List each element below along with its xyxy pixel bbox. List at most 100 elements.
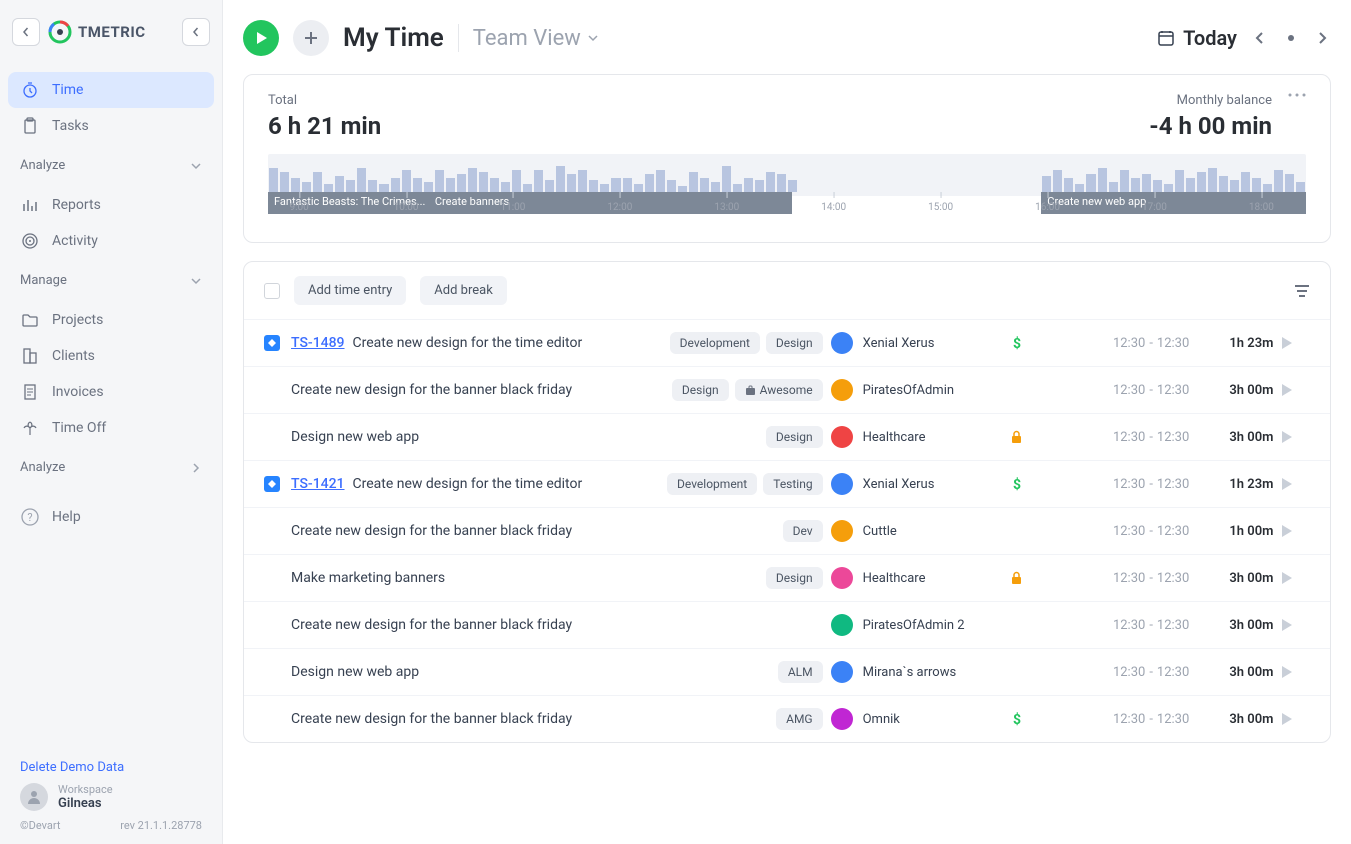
sidebar-item-projects[interactable]: Projects xyxy=(8,302,214,338)
summary-more-button[interactable] xyxy=(1288,93,1306,97)
tag[interactable]: ALM xyxy=(778,661,823,683)
sidebar-section-analyze[interactable]: Analyze xyxy=(0,144,222,179)
sidebar-item-label: Invoices xyxy=(52,384,104,400)
date-prev-button[interactable] xyxy=(1251,27,1269,49)
time-entry-row[interactable]: Create new design for the banner black f… xyxy=(244,601,1330,648)
play-icon xyxy=(1281,477,1293,491)
sidebar-item-label: Time xyxy=(52,82,83,98)
date-next-button[interactable] xyxy=(1313,27,1331,49)
tag[interactable]: Design xyxy=(766,426,823,448)
resume-entry-button[interactable] xyxy=(1281,618,1310,632)
ellipsis-icon xyxy=(1288,93,1306,97)
add-time-entry-button[interactable]: Add time entry xyxy=(294,276,406,305)
logo[interactable]: TMETRIC xyxy=(48,20,174,44)
summary-card: Total 6 h 21 min Monthly balance -4 h 00… xyxy=(243,74,1331,243)
resume-entry-button[interactable] xyxy=(1281,383,1310,397)
play-icon xyxy=(1281,571,1293,585)
workspace-name: Gilneas xyxy=(58,796,113,811)
play-icon xyxy=(1281,430,1293,444)
tag[interactable]: Development xyxy=(670,332,760,354)
resume-entry-button[interactable] xyxy=(1281,430,1310,444)
sort-button[interactable] xyxy=(1294,284,1310,298)
time-entry-row[interactable]: Make marketing banners Design Healthcare… xyxy=(244,554,1330,601)
sidebar-item-label: Projects xyxy=(52,312,103,328)
folder-icon xyxy=(20,310,40,330)
resume-entry-button[interactable] xyxy=(1281,571,1310,585)
sidebar-item-help[interactable]: ? Help xyxy=(8,499,214,535)
revision: rev 21.1.1.28778 xyxy=(120,819,202,832)
resume-entry-button[interactable] xyxy=(1281,665,1310,679)
team-view-label: Team View xyxy=(473,26,581,51)
sidebar-item-label: Clients xyxy=(52,348,95,364)
time-entry-row[interactable]: Create new design for the banner black f… xyxy=(244,507,1330,554)
date-today-button[interactable] xyxy=(1283,30,1299,46)
entry-task-name: Design new web app xyxy=(291,664,419,680)
tag[interactable]: Testing xyxy=(763,473,822,495)
tag[interactable]: Development xyxy=(667,473,757,495)
entry-task-name: Create new design for the banner black f… xyxy=(291,382,572,398)
timeline-tick: 12:00 xyxy=(607,202,632,213)
back-button[interactable] xyxy=(12,18,40,46)
entry-start: 12:30 xyxy=(1113,336,1145,351)
tag[interactable]: Dev xyxy=(783,520,823,542)
task-id-link[interactable]: TS-1489 xyxy=(291,335,344,351)
entry-task-name: Design new web app xyxy=(291,429,419,445)
sidebar-section-analyze[interactable]: Analyze xyxy=(0,446,222,481)
help-icon: ? xyxy=(20,507,40,527)
timeline-tick: 13:00 xyxy=(714,202,739,213)
sidebar-section-manage[interactable]: Manage xyxy=(0,259,222,294)
entry-start: 12:30 xyxy=(1113,477,1145,492)
start-timer-button[interactable] xyxy=(243,20,279,56)
entry-task-name: Create new design for the banner black f… xyxy=(291,617,572,633)
sidebar-item-time[interactable]: Time xyxy=(8,72,214,108)
task-id-link[interactable]: TS-1421 xyxy=(291,476,344,492)
delete-demo-data-link[interactable]: Delete Demo Data xyxy=(20,760,202,775)
add-break-button[interactable]: Add break xyxy=(420,276,507,305)
time-entry-row[interactable]: Design new web app ALM Mirana`s arrows 1… xyxy=(244,648,1330,695)
entry-end: 12:30 xyxy=(1157,477,1189,492)
jira-icon xyxy=(264,335,280,351)
sidebar-item-clients[interactable]: Clients xyxy=(8,338,214,374)
tag[interactable]: Design xyxy=(766,567,823,589)
dollar-icon: $ xyxy=(1010,336,1024,350)
sidebar-item-invoices[interactable]: Invoices xyxy=(8,374,214,410)
resume-entry-button[interactable] xyxy=(1281,524,1310,538)
resume-entry-button[interactable] xyxy=(1281,712,1310,726)
collapse-sidebar-button[interactable] xyxy=(182,18,210,46)
tag[interactable]: Design xyxy=(672,379,729,401)
time-entry-row[interactable]: Create new design for the banner black f… xyxy=(244,366,1330,413)
entry-task-name: Create new design for the banner black f… xyxy=(291,523,572,539)
timeline[interactable]: Fantastic Beasts: The Crimes...Create ba… xyxy=(268,154,1306,224)
entry-task-name: Create new design for the time editor xyxy=(353,476,583,492)
project-name: Healthcare xyxy=(863,571,926,586)
workspace-avatar[interactable] xyxy=(20,783,48,811)
tag[interactable]: Awesome xyxy=(735,379,823,401)
sidebar-item-activity[interactable]: Activity xyxy=(8,223,214,259)
entry-end: 12:30 xyxy=(1157,383,1189,398)
tag[interactable]: Design xyxy=(766,332,823,354)
sidebar-item-reports[interactable]: Reports xyxy=(8,187,214,223)
time-entry-row[interactable]: Design new web app Design Healthcare 12:… xyxy=(244,413,1330,460)
project-color-dot xyxy=(831,379,853,401)
date-picker-button[interactable]: Today xyxy=(1157,26,1237,50)
project-color-dot xyxy=(831,332,853,354)
time-entry-row[interactable]: Create new design for the banner black f… xyxy=(244,695,1330,742)
sidebar-item-time-off[interactable]: Time Off xyxy=(8,410,214,446)
balance-value: -4 h 00 min xyxy=(1149,112,1272,140)
sidebar-item-tasks[interactable]: Tasks xyxy=(8,108,214,144)
time-entry-row[interactable]: TS-1421 Create new design for the time ed… xyxy=(244,460,1330,507)
total-label: Total xyxy=(268,93,381,108)
resume-entry-button[interactable] xyxy=(1281,477,1310,491)
entry-start: 12:30 xyxy=(1113,430,1145,445)
balance-label: Monthly balance xyxy=(1149,93,1272,108)
team-view-dropdown[interactable]: Team View xyxy=(473,26,599,51)
tag[interactable]: AMG xyxy=(776,708,822,730)
target-icon xyxy=(20,231,40,251)
select-all-checkbox[interactable] xyxy=(264,283,280,299)
resume-entry-button[interactable] xyxy=(1281,336,1310,350)
timeline-tick: 16:00 xyxy=(1035,202,1060,213)
add-button[interactable] xyxy=(293,20,329,56)
time-entry-row[interactable]: TS-1489Create new design for the time ed… xyxy=(244,319,1330,366)
entry-duration: 3h 00m xyxy=(1197,665,1273,680)
project-color-dot xyxy=(831,520,853,542)
